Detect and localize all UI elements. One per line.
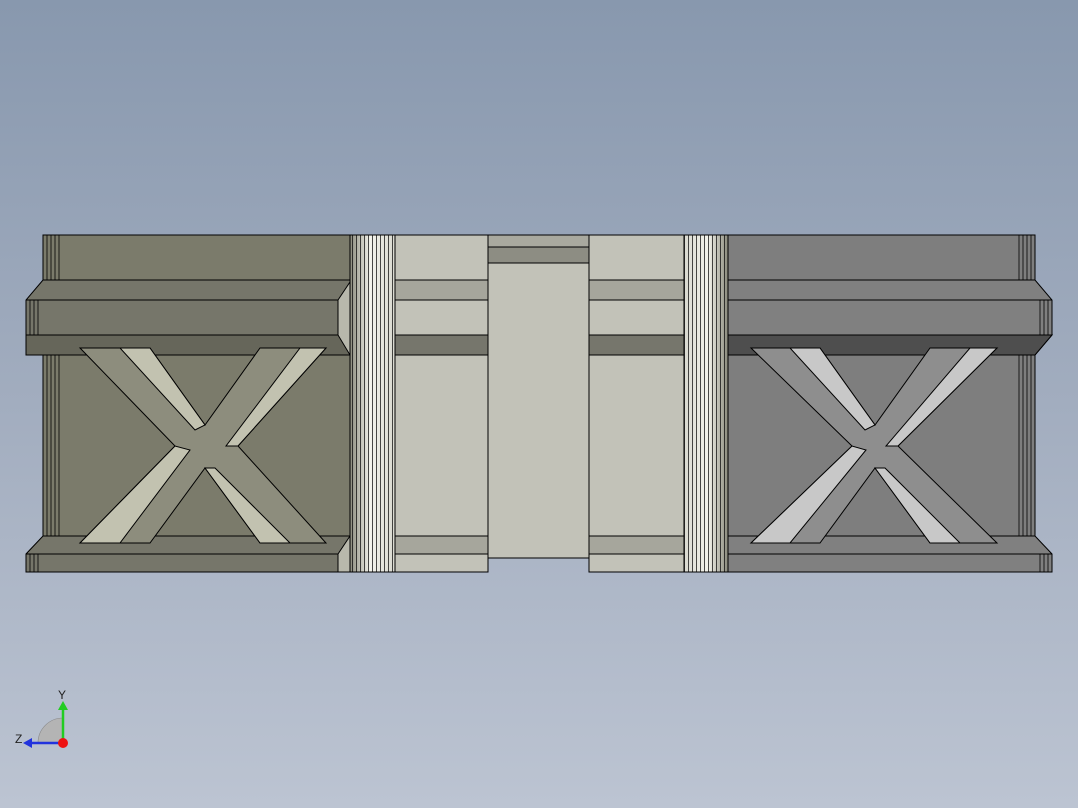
graphics-viewport[interactable]: Y Z bbox=[0, 0, 1078, 808]
left-block[interactable] bbox=[25, 234, 354, 573]
x-axis-icon bbox=[58, 738, 68, 748]
center-key[interactable] bbox=[487, 234, 590, 559]
right-light-plate bbox=[588, 234, 685, 573]
right-block[interactable] bbox=[727, 234, 1054, 573]
z-axis-label: Z bbox=[15, 732, 23, 746]
left-light-plate bbox=[394, 234, 489, 573]
model-view[interactable] bbox=[0, 0, 1078, 808]
y-axis-label: Y bbox=[58, 688, 67, 702]
triad-arc-icon bbox=[37, 717, 64, 744]
